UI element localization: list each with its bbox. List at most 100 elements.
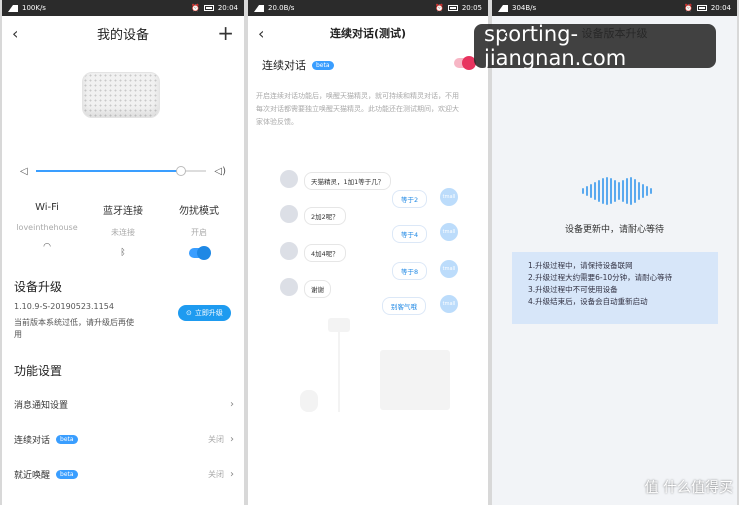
- net-speed: 20.0B/s: [268, 4, 295, 12]
- wave-bar: [638, 182, 640, 200]
- wave-bar: [610, 178, 612, 204]
- back-icon[interactable]: ‹: [12, 24, 18, 43]
- watermark-overlay: sporting-jiangnan.com: [474, 22, 716, 70]
- status-bar: 304B/s ⏰ 20:04: [492, 0, 737, 16]
- clock: 20:05: [461, 4, 482, 12]
- continuous-dialog-setting: 连续对话 beta: [262, 56, 478, 73]
- bot-avatar: tmall: [440, 295, 458, 313]
- wifi-icon: ◠: [43, 242, 51, 252]
- wave-bar: [606, 177, 608, 205]
- row-value: 关闭: [208, 434, 224, 444]
- dnd-title: 勿扰模式: [179, 206, 219, 217]
- chat-demo: 天猫精灵，1加1等于几？ 等于2 tmall 2加2呢？ 等于4 tmall 4…: [268, 160, 468, 480]
- device-panel: 100K/s ⏰ 20:04 ‹ 我的设备 + ◁ ◁) Wi-Fi lovein…: [2, 0, 244, 505]
- wave-bar: [642, 184, 644, 198]
- desc-line: 每次对话都需要独立唤醒天猫精灵。此功能还在测试期间，欢迎大: [256, 105, 459, 113]
- desc-line: 开启连续对话功能后，唤醒天猫精灵，就可持续和精灵对话，不用: [256, 92, 459, 100]
- row-label: 消息通知设置: [14, 400, 69, 411]
- volume-fill: [35, 170, 181, 172]
- wave-bar: [646, 186, 648, 196]
- wave-bar: [586, 186, 588, 196]
- alarm-icon: ⏰: [191, 4, 200, 12]
- user-avatar: [280, 242, 298, 260]
- volume-high-icon: ◁): [214, 165, 226, 177]
- features-heading: 功能设置: [14, 364, 63, 378]
- wifi-value: loveinthehouse: [16, 223, 78, 232]
- tip-line: 3.升级过程中不可使用设备: [528, 285, 618, 294]
- wave-bar: [622, 180, 624, 202]
- bot-bubble: 等于8: [392, 262, 428, 280]
- bluetooth-icon: ᛒ: [120, 248, 126, 258]
- speaker-image: [82, 72, 160, 118]
- desc-line: 家体验反馈。: [256, 118, 298, 126]
- upgrade-note: 当前版本系统过低，请升级后再使: [14, 318, 134, 327]
- signal-icon: [498, 4, 508, 12]
- nearby-wake-row[interactable]: 就近唤醒 beta 关闭 ›: [14, 466, 234, 482]
- row-value: 关闭: [208, 469, 224, 479]
- upgrade-heading: 设备升级: [14, 280, 63, 294]
- wifi-column[interactable]: Wi-Fi loveinthehouse ◠: [12, 202, 82, 260]
- bot-bubble: 等于2: [392, 190, 428, 208]
- alarm-icon: ⏰: [684, 4, 693, 12]
- upgrade-note-2: 用: [14, 330, 22, 339]
- bot-bubble: 别客气哦: [382, 297, 426, 315]
- page-title: 连续对话(测试): [329, 27, 407, 40]
- net-speed: 100K/s: [22, 4, 46, 12]
- add-icon[interactable]: +: [217, 23, 234, 43]
- upgrade-tips: 1.升级过程中，请保持设备联网 2.升级过程大约需要6-10分钟，请耐心等待 3…: [512, 252, 718, 324]
- row-label: 连续对话: [14, 435, 51, 446]
- wave-bar: [614, 180, 616, 202]
- chevron-right-icon: ›: [230, 398, 234, 410]
- wave-bar: [602, 178, 604, 204]
- wave-bar: [630, 177, 632, 205]
- dnd-column: 勿扰模式 开启: [164, 202, 234, 260]
- chevron-right-icon: ›: [230, 433, 234, 445]
- volume-knob[interactable]: [175, 166, 186, 176]
- bluetooth-column[interactable]: 蓝牙连接 未连接 ᛒ: [88, 202, 158, 260]
- wave-bar: [582, 188, 584, 194]
- notification-settings-row[interactable]: 消息通知设置 ›: [14, 396, 234, 412]
- dnd-value: 开启: [191, 228, 207, 237]
- wave-bar: [634, 179, 636, 203]
- chevron-right-icon: ›: [230, 468, 234, 480]
- user-bubble: 4加4呢？: [304, 244, 346, 262]
- signal-icon: [254, 4, 264, 12]
- battery-icon: [696, 5, 707, 11]
- play-icon: ⊙: [186, 309, 192, 317]
- tip-line: 4.升级结束后，设备会自动重新启动: [528, 297, 648, 306]
- wave-bar: [590, 184, 592, 198]
- user-avatar: [280, 278, 298, 296]
- tip-line: 1.升级过程中，请保持设备联网: [528, 261, 633, 270]
- wave-bar: [650, 188, 652, 194]
- continuous-dialog-row[interactable]: 连续对话 beta 关闭 ›: [14, 431, 234, 447]
- user-bubble: 天猫精灵，1加1等于几？: [304, 172, 392, 190]
- alarm-icon: ⏰: [435, 4, 444, 12]
- wave-bar: [618, 182, 620, 200]
- bot-avatar: tmall: [440, 260, 458, 278]
- setting-label: 连续对话: [262, 59, 306, 72]
- page-title: 我的设备: [96, 27, 149, 43]
- signal-icon: [8, 4, 18, 12]
- beta-badge: beta: [56, 469, 78, 479]
- dnd-toggle[interactable]: [189, 246, 211, 260]
- clock: 20:04: [710, 4, 731, 12]
- continuous-dialog-toggle[interactable]: [454, 56, 476, 70]
- nav-bar: ‹ 我的设备 +: [2, 16, 244, 50]
- status-bar: 100K/s ⏰ 20:04: [2, 0, 244, 16]
- upgrade-button[interactable]: ⊙ 立即升级: [178, 305, 231, 321]
- user-bubble: 2加2呢？: [304, 207, 346, 225]
- back-icon[interactable]: ‹: [502, 24, 508, 43]
- volume-slider[interactable]: [35, 166, 207, 176]
- bot-bubble: 等于4: [392, 225, 428, 243]
- back-icon[interactable]: ‹: [258, 24, 264, 43]
- updating-text: 设备更新中，请耐心等待: [564, 225, 664, 235]
- bluetooth-value: 未连接: [111, 228, 135, 237]
- clock: 20:04: [217, 4, 238, 12]
- site-logo: 值 什么值得买: [644, 480, 733, 496]
- beta-badge: beta: [56, 434, 78, 444]
- net-speed: 304B/s: [512, 4, 537, 12]
- beta-badge: beta: [312, 60, 334, 70]
- volume-control: ◁ ◁): [20, 165, 226, 177]
- upgrade-button-label: 立即升级: [194, 309, 223, 317]
- device-status-columns: Wi-Fi loveinthehouse ◠ 蓝牙连接 未连接 ᛒ 勿扰模式 开…: [12, 202, 234, 260]
